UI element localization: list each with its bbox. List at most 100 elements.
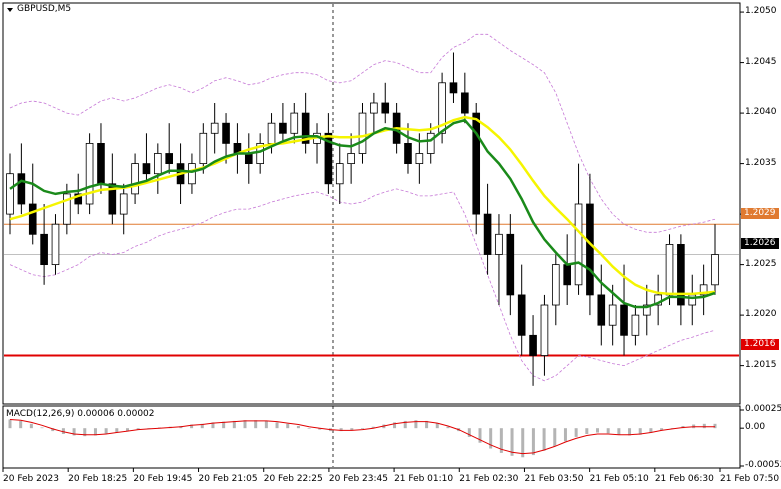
price-tick-label: 1.2035 — [745, 157, 777, 168]
macd-histogram-bar — [574, 428, 578, 437]
price-tick-label: 1.2040 — [745, 107, 777, 118]
time-tick-label: 20 Feb 22:25 — [263, 474, 323, 484]
candle-body — [449, 82, 458, 94]
candle-body — [51, 223, 60, 266]
candle-body — [665, 244, 674, 296]
candle-body — [551, 264, 560, 306]
candle-body — [6, 173, 14, 215]
macd-histogram-bar — [617, 428, 621, 435]
candle-body — [370, 102, 378, 114]
macd-histogram-bar — [713, 423, 717, 429]
macd-histogram-bar — [585, 428, 589, 434]
candle-body — [290, 112, 299, 134]
time-tick-label: 21 Feb 06:30 — [654, 474, 714, 484]
candle-body — [529, 334, 537, 356]
macd-histogram-bar — [286, 423, 290, 429]
macd-histogram-bar — [264, 420, 268, 429]
macd-histogram-bar — [521, 428, 525, 458]
time-tick-label: 21 Feb 07:50 — [720, 474, 780, 484]
macd-tick-label: 0.00025 — [745, 404, 781, 414]
candle-body — [461, 92, 469, 114]
red-level-tag: 1.2016 — [741, 339, 779, 350]
candle-body — [426, 132, 435, 154]
time-tick-label: 20 Feb 21:05 — [198, 474, 258, 484]
candle-body — [540, 304, 549, 356]
candle-body — [85, 142, 94, 205]
current-price-tag: 1.2026 — [741, 238, 779, 249]
macd-histogram-bar — [531, 428, 535, 456]
candle-body — [620, 304, 628, 336]
candle-body — [97, 142, 105, 185]
candle-body — [17, 173, 26, 205]
candle-body — [244, 153, 253, 164]
candle-body — [711, 254, 719, 286]
time-tick-label: 21 Feb 02:30 — [459, 474, 519, 484]
time-tick-label: 20 Feb 18:25 — [68, 474, 128, 484]
macd-histogram-bar — [19, 420, 23, 429]
macd-histogram-bar — [446, 426, 450, 429]
macd-histogram-bar — [553, 428, 557, 447]
macd-histogram-bar — [104, 428, 108, 434]
price-tick-label: 1.2050 — [745, 6, 777, 17]
macd-histogram-bar — [702, 423, 706, 429]
time-tick-label: 21 Feb 05:10 — [589, 474, 649, 484]
candle-body — [415, 153, 424, 164]
candle-body — [222, 122, 230, 144]
candle-body — [597, 294, 606, 326]
orange-level-tag: 1.2029 — [741, 208, 779, 219]
candle-body — [28, 203, 37, 235]
candle-body — [586, 203, 594, 296]
macd-histogram-bar — [361, 428, 364, 429]
time-tick-label: 20 Feb 23:45 — [328, 474, 388, 484]
candle-body — [688, 294, 697, 306]
time-tick-label: 20 Feb 2023 — [3, 474, 60, 484]
price-tick-label: 1.2045 — [745, 56, 777, 67]
candle-body — [279, 122, 287, 134]
macd-tick-label: -0.00052 — [745, 460, 781, 470]
candle-body — [210, 122, 219, 134]
candle-body — [131, 163, 139, 195]
macd-histogram-bar — [275, 422, 279, 429]
candle-body — [335, 163, 344, 185]
trading-chart[interactable]: GBPUSD,M5 1.20501.20451.20401.20351.2030… — [0, 0, 781, 489]
macd-histogram-bar — [563, 428, 567, 442]
candle-body — [347, 153, 355, 164]
candle-body — [563, 264, 571, 286]
macd-histogram-bar — [296, 426, 300, 429]
candle-body — [495, 233, 503, 255]
candle-body — [472, 112, 481, 215]
time-tick-label: 21 Feb 01:10 — [394, 474, 454, 484]
macd-histogram-bar — [307, 428, 311, 429]
macd-histogram-bar — [542, 428, 546, 451]
candle-body — [483, 213, 492, 255]
macd-label: MACD(12,26,9) 0.00006 0.00002 — [6, 409, 155, 419]
candle-body — [199, 132, 208, 165]
candle-body — [506, 233, 515, 296]
candle-body — [517, 294, 526, 336]
candle-body — [358, 112, 367, 154]
price-tick-label: 1.2025 — [745, 258, 777, 269]
macd-histogram-bar — [29, 423, 33, 429]
candle-body — [154, 153, 162, 175]
macd-tick-label: 0.00 — [745, 422, 766, 433]
candle-body — [404, 142, 412, 164]
candle-body — [188, 163, 196, 185]
candle-body — [381, 102, 390, 114]
time-tick-label: 20 Feb 19:45 — [133, 474, 193, 484]
candle-body — [267, 122, 276, 144]
candle-body — [40, 233, 48, 266]
candle-body — [574, 203, 583, 286]
candle-body — [119, 193, 128, 215]
macd-histogram-bar — [40, 427, 44, 429]
candle-body — [631, 314, 640, 336]
price-tick-label: 1.2015 — [745, 359, 777, 370]
candle-body — [165, 153, 174, 164]
candle-body — [142, 163, 151, 175]
macd-histogram-bar — [8, 419, 12, 429]
macd-histogram-bar — [596, 428, 599, 433]
chart-title[interactable]: GBPUSD,M5 — [17, 4, 71, 14]
macd-histogram-bar — [606, 428, 610, 434]
time-tick-label: 21 Feb 03:50 — [524, 474, 584, 484]
price-tick-label: 1.2020 — [745, 309, 777, 320]
candle-body — [608, 304, 617, 326]
